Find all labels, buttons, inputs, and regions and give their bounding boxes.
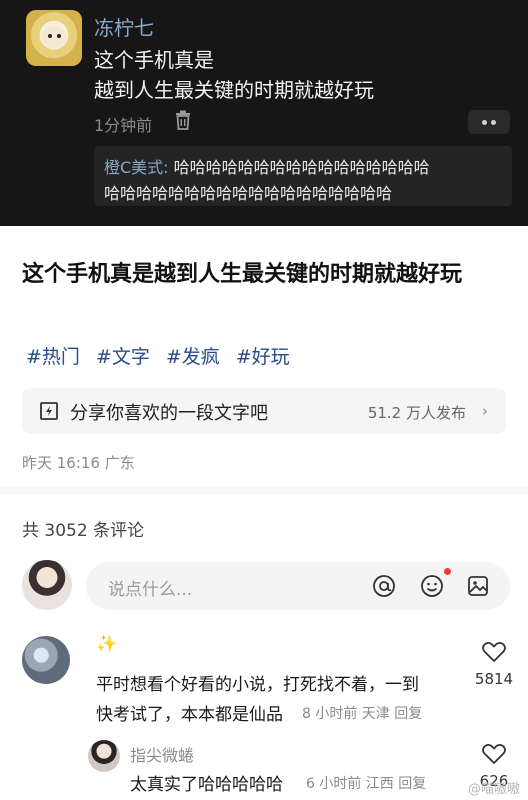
avatar-eye	[48, 34, 52, 38]
more-options-button[interactable]	[468, 110, 510, 134]
tag-list: #热门 #文字 #发疯 #好玩	[26, 342, 290, 369]
emoji-icon[interactable]	[420, 574, 444, 598]
share-count: 51.2 万人发布	[367, 404, 466, 422]
post-meta: 昨天 16:16 广东	[22, 454, 135, 472]
reply-preview-line: 哈哈哈哈哈哈哈哈哈哈哈哈哈哈哈哈哈哈	[104, 184, 393, 203]
reply-avatar[interactable]	[88, 740, 120, 772]
like-count: 5814	[474, 670, 514, 688]
post-text-line: 这个手机真是	[94, 48, 214, 72]
tag-crazy[interactable]: #发疯	[166, 342, 220, 369]
reply-preview[interactable]: 橙C美式: 哈哈哈哈哈哈哈哈哈哈哈哈哈哈哈哈 哈哈哈哈哈哈哈哈哈哈哈哈哈哈哈哈哈…	[94, 146, 512, 206]
comment-count: 共 3052 条评论	[22, 521, 145, 541]
watermark: @喵嗷嗷	[467, 782, 520, 797]
tag-fun[interactable]: #好玩	[236, 342, 290, 369]
reply-text: 太真实了哈哈哈哈哈	[130, 775, 283, 795]
post-title: 这个手机真是越到人生最关键的时期就越好玩	[22, 262, 463, 287]
comment-text-line: 快考试了，本本都是仙品	[96, 705, 283, 725]
tag-text[interactable]: #文字	[96, 342, 150, 369]
comment-text-line: 平时想看个好看的小说，打死找不着，一到	[96, 675, 419, 695]
comment-meta[interactable]: 8 小时前 天津 回复	[302, 703, 422, 723]
commenter-avatar[interactable]	[22, 636, 70, 684]
reply-author: 橙C美式:	[104, 158, 169, 177]
avatar[interactable]	[26, 10, 82, 66]
username[interactable]: 冻柠七	[94, 12, 154, 41]
my-avatar[interactable]	[22, 560, 72, 610]
embedded-comment-screenshot: 冻柠七 这个手机真是 越到人生最关键的时期就越好玩 1分钟前 橙C美式: 哈哈哈…	[0, 0, 528, 226]
chevron-right-icon: ›	[482, 402, 488, 420]
share-prompt: 分享你喜欢的一段文字吧	[70, 403, 268, 424]
avatar-face	[42, 26, 66, 48]
post-text-line: 越到人生最关键的时期就越好玩	[94, 78, 374, 102]
share-topic-bar[interactable]: 分享你喜欢的一段文字吧 51.2 万人发布 ›	[22, 388, 506, 434]
dot-icon	[482, 120, 487, 125]
avatar-eye	[57, 34, 61, 38]
reply-username[interactable]: 指尖微蜷	[130, 742, 194, 766]
tag-hot[interactable]: #热门	[26, 342, 80, 369]
reply-meta[interactable]: 6 小时前 江西 回复	[306, 773, 426, 793]
heart-icon[interactable]	[481, 742, 507, 766]
trash-icon[interactable]	[174, 110, 192, 130]
page: 冻柠七 这个手机真是 越到人生最关键的时期就越好玩 1分钟前 橙C美式: 哈哈哈…	[0, 0, 528, 800]
heart-icon[interactable]	[481, 640, 507, 664]
lightning-icon	[40, 402, 58, 420]
post-time: 1分钟前	[94, 116, 153, 135]
comment-placeholder: 说点什么...	[108, 580, 193, 600]
comment-input[interactable]: 说点什么...	[86, 562, 510, 610]
reply-text: 哈哈哈哈哈哈哈哈哈哈哈哈哈哈哈哈	[168, 158, 430, 177]
notification-dot	[444, 568, 451, 575]
divider	[0, 486, 528, 494]
dot-icon	[491, 120, 496, 125]
mention-icon[interactable]	[372, 574, 396, 598]
image-icon[interactable]	[466, 574, 490, 598]
sparkle-icon: ✨	[96, 634, 118, 654]
reply-preview-line: 橙C美式: 哈哈哈哈哈哈哈哈哈哈哈哈哈哈哈哈	[104, 154, 430, 178]
